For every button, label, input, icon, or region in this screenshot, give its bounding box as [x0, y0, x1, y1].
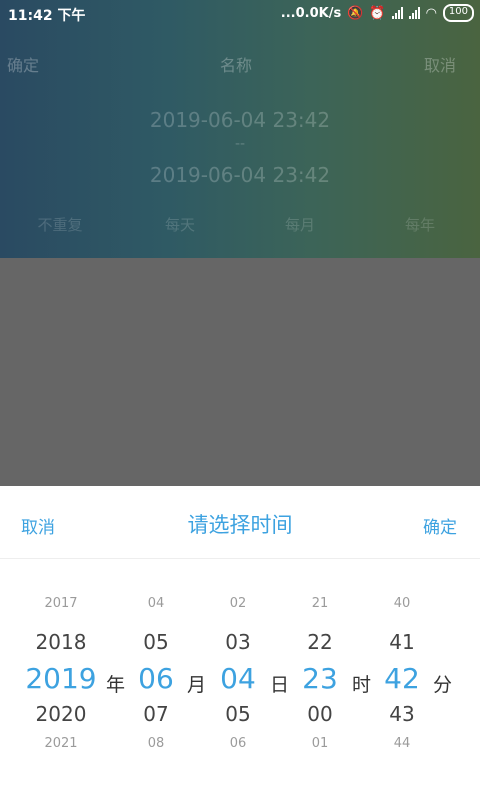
wheel-item-selected: 06	[138, 662, 174, 695]
wheel-item: 06	[229, 736, 247, 751]
repeat-yearly[interactable]: 每年	[360, 214, 480, 235]
wheel-item: 07	[143, 702, 169, 726]
range-separator: --	[234, 136, 246, 152]
status-time: 11:42 下午	[8, 8, 86, 24]
wheel-item: 04	[147, 596, 165, 611]
wheel-item-selected: 23	[302, 662, 338, 695]
cancel-button[interactable]: 取消	[424, 52, 456, 76]
repeat-monthly[interactable]: 每月	[240, 214, 360, 235]
picker-title: 请选择时间	[187, 513, 293, 537]
time-picker-sheet: 取消 请选择时间 确定 2017 2018 2019 2020 2021 年 0…	[0, 486, 480, 800]
picker-confirm-button[interactable]: 确定	[423, 513, 457, 538]
wifi-icon: ◠	[425, 5, 437, 21]
wheel-item: 43	[389, 702, 415, 726]
wheel-item: 40	[393, 596, 411, 611]
wheel-item: 05	[143, 630, 169, 654]
wheel-item: 01	[311, 736, 329, 751]
wheel-item: 05	[225, 702, 251, 726]
repeat-daily[interactable]: 每天	[120, 214, 240, 235]
status-bar: 11:42 下午 ...0.0K/s 🔕 ⏰ ◠ 100	[0, 0, 480, 28]
wheel-item-selected: 04	[220, 662, 256, 695]
wheel-item: 03	[225, 630, 251, 654]
picker-wheels: 2017 2018 2019 2020 2021 年 04 05 06 07 0…	[0, 582, 480, 782]
wheel-item: 2017	[44, 596, 78, 611]
repeat-none[interactable]: 不重复	[0, 214, 120, 235]
network-speed: ...0.0K/s	[280, 5, 342, 21]
wheel-item: 22	[307, 630, 333, 654]
end-time[interactable]: 2019-06-04 23:42	[0, 163, 480, 187]
wheel-item: 02	[229, 596, 247, 611]
signal-icon	[391, 7, 403, 19]
wheel-item: 00	[307, 702, 333, 726]
wheel-item: 2018	[35, 630, 87, 654]
confirm-button[interactable]: 确定	[7, 52, 39, 76]
battery-icon: 100	[442, 4, 474, 22]
wheel-item: 2021	[44, 736, 78, 751]
wheel-item: 41	[389, 630, 415, 654]
wheel-item: 44	[393, 736, 411, 751]
start-time[interactable]: 2019-06-04 23:42	[0, 108, 480, 132]
wheel-item: 2020	[35, 702, 87, 726]
repeat-options: 不重复 每天 每月 每年	[0, 214, 480, 235]
wheel-item-selected: 2019	[25, 662, 97, 695]
minute-unit: 分	[433, 674, 453, 696]
page-title: 名称	[220, 56, 253, 75]
wheel-item: 08	[147, 736, 165, 751]
alarm-icon: ⏰	[369, 5, 386, 21]
picker-toolbar: 取消 请选择时间 确定	[0, 486, 480, 559]
mute-icon: 🔕	[347, 5, 364, 21]
signal-icon-2	[408, 7, 420, 19]
wheel-item: 21	[311, 596, 329, 611]
wheel-item-selected: 42	[384, 662, 420, 695]
